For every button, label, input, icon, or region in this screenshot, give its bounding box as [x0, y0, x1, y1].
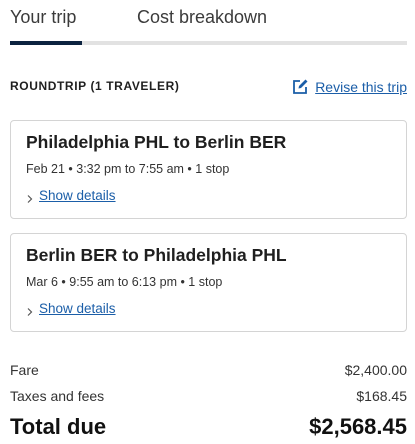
tab-your-trip[interactable]: Your trip — [10, 7, 76, 28]
flight-route: Philadelphia PHL to Berlin BER — [26, 132, 287, 152]
total-row: Total due $2,568.45 — [10, 414, 407, 444]
show-details-label[interactable]: Show details — [39, 301, 116, 316]
fare-row: Fare $2,400.00 — [10, 362, 407, 384]
flight-schedule: Mar 6 • 9:55 am to 6:13 pm • 1 stop — [26, 275, 223, 289]
chevron-right-icon — [26, 304, 34, 316]
taxes-value: $168.45 — [356, 388, 407, 404]
flight-route: Berlin BER to Philadelphia PHL — [26, 245, 287, 265]
fare-value: $2,400.00 — [344, 362, 407, 378]
tab-cost-breakdown[interactable]: Cost breakdown — [137, 7, 267, 28]
flight-card-return: Berlin BER to Philadelphia PHL Mar 6 • 9… — [10, 233, 407, 332]
show-details-label[interactable]: Show details — [39, 188, 116, 203]
flight-schedule: Feb 21 • 3:32 pm to 7:55 am • 1 stop — [26, 162, 230, 176]
show-details-button[interactable]: Show details — [26, 301, 116, 316]
revise-trip-link[interactable]: Revise this trip — [291, 78, 407, 96]
chevron-right-icon — [26, 191, 34, 203]
edit-icon — [291, 78, 309, 96]
trip-header: ROUNDTRIP (1 TRAVELER) Revise this trip — [10, 76, 407, 100]
flight-card-outbound: Philadelphia PHL to Berlin BER Feb 21 • … — [10, 120, 407, 219]
trip-type-heading: ROUNDTRIP (1 TRAVELER) — [10, 79, 180, 93]
taxes-row: Taxes and fees $168.45 — [10, 388, 407, 410]
show-details-button[interactable]: Show details — [26, 188, 116, 203]
total-label: Total due — [10, 414, 107, 439]
revise-trip-label[interactable]: Revise this trip — [315, 79, 407, 95]
trip-tabs: Your trip Cost breakdown — [0, 0, 415, 46]
total-value: $2,568.45 — [309, 414, 407, 439]
active-tab-indicator — [10, 41, 82, 45]
taxes-label: Taxes and fees — [10, 388, 105, 404]
fare-label: Fare — [10, 362, 39, 378]
